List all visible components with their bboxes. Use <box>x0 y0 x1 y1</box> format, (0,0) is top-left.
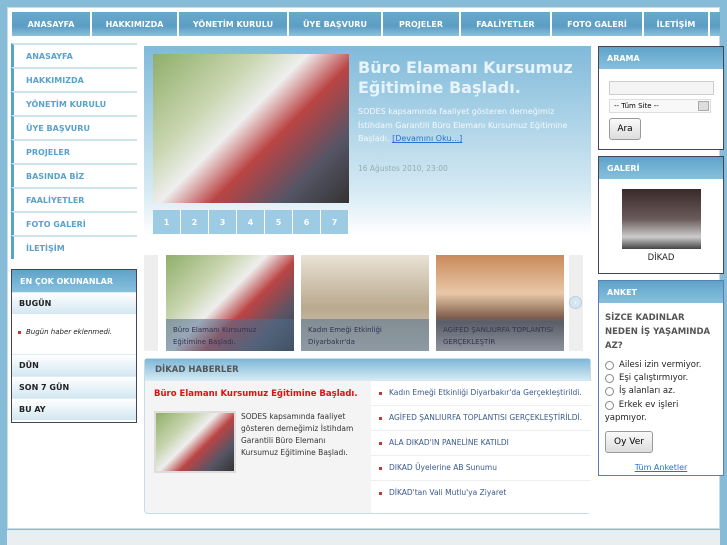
radio-icon[interactable] <box>605 386 614 396</box>
tab-today[interactable]: BUGÜN <box>12 292 136 314</box>
tab-yesterday[interactable]: DÜN <box>12 354 136 376</box>
gallery-title: GALERİ <box>599 157 723 179</box>
left-nav-yonetim[interactable]: YÖNETİM KURULU <box>11 91 137 115</box>
top-nav-hakkimizda[interactable]: HAKKIMIZDA <box>92 12 179 36</box>
poll-question: SİZCE KADINLAR NEDEN İŞ YAŞAMINDA AZ? <box>605 313 711 351</box>
news-item[interactable]: AGİFED ŞANLIURFA TOPLANTISI GERÇEKLEŞTİR… <box>371 406 591 431</box>
search-scope-value: -- Tüm Site -- <box>614 102 659 110</box>
tab-last7[interactable]: SON 7 GÜN <box>12 376 136 398</box>
next-arrow-icon[interactable]: › <box>569 296 582 309</box>
search-input[interactable] <box>609 81 714 95</box>
read-more-link[interactable]: [Devamını Oku...] <box>392 134 462 143</box>
news-list: Kadın Emeği Etkinliği Diyarbakır'da Gerç… <box>371 381 591 513</box>
gallery-box: GALERİ DİKAD <box>598 156 724 274</box>
top-nav-faaliyetler[interactable]: FAALİYETLER <box>461 12 552 36</box>
page-6[interactable]: 6 <box>293 210 321 234</box>
featured-slider: Büro Elamanı Kursumuz Eğitimine Başladı.… <box>144 46 591 236</box>
top-nav-projeler[interactable]: PROJELER <box>383 12 461 36</box>
page-2[interactable]: 2 <box>181 210 209 234</box>
bullet-icon <box>18 331 21 334</box>
news-item[interactable]: DİKAD'tan Vali Mutlu'ya Ziyaret <box>371 481 591 505</box>
gallery-image[interactable] <box>622 189 701 249</box>
left-nav-uye[interactable]: ÜYE BAŞVURU <box>11 115 137 139</box>
news-item[interactable]: DIKAD Üyelerine AB Sunumu <box>371 456 591 481</box>
poll-options: Ailesi izin vermiyor. Eşi çalıştırmıyor.… <box>599 353 723 425</box>
most-read-box: EN ÇOK OKUNANLAR BUGÜN Bugün haber eklen… <box>11 269 137 423</box>
top-nav-uye[interactable]: ÜYE BAŞVURU <box>289 12 383 36</box>
poll-option[interactable]: İş alanları az. <box>605 386 719 396</box>
news-lead-text: SODES kapsamında faaliyet gösteren derne… <box>241 412 354 457</box>
left-nav-faaliyetler[interactable]: FAALİYETLER <box>11 187 137 211</box>
vote-button[interactable]: Oy Ver <box>605 431 653 453</box>
footer-bar <box>7 530 720 545</box>
page-5[interactable]: 5 <box>265 210 293 234</box>
left-nav: ANASAYFA HAKKIMIZDA YÖNETİM KURULU ÜYE B… <box>11 43 137 259</box>
poll-option-label: Erkek ev işleri yapmıyor. <box>604 400 679 423</box>
carousel-right[interactable]: › <box>569 255 583 351</box>
left-nav-basinda[interactable]: BASINDA BİZ <box>11 163 137 187</box>
page: ANASAYFA HAKKIMIZDA YÖNETİM KURULU ÜYE B… <box>7 7 724 529</box>
left-nav-iletisim[interactable]: İLETİŞİM <box>11 235 137 259</box>
radio-icon[interactable] <box>605 373 614 383</box>
thumb-caption: AGİFED ŞANLIURFA TOPLANTISI GERÇEKLEŞTİR <box>436 319 564 351</box>
gallery-caption: DİKAD <box>647 253 675 263</box>
poll-box: ANKET SİZCE KADINLAR NEDEN İŞ YAŞAMINDA … <box>598 280 724 476</box>
news-item[interactable]: ALA DIKAD'IN PANELİNE KATILDI <box>371 431 591 456</box>
top-nav-iletisim[interactable]: İLETİŞİM <box>644 12 710 36</box>
poll-option-label: Ailesi izin vermiyor. <box>619 360 702 370</box>
news-box: DİKAD HABERLER Büro Elamanı Kursumuz Eği… <box>144 358 591 514</box>
poll-title: ANKET <box>599 281 723 303</box>
most-read-title: EN ÇOK OKUNANLAR <box>12 270 136 292</box>
search-box: ARAMA -- Tüm Site -- Ara <box>598 46 724 150</box>
featured-summary-text: SODES kapsamında faaliyet gösteren derne… <box>358 107 568 143</box>
slider-pager: 1 2 3 4 5 6 7 <box>153 210 349 234</box>
all-polls-link[interactable]: Tüm Anketler <box>599 463 723 472</box>
page-7[interactable]: 7 <box>321 210 349 234</box>
thumb-3[interactable]: AGİFED ŞANLIURFA TOPLANTISI GERÇEKLEŞTİR <box>436 255 564 351</box>
page-3[interactable]: 3 <box>209 210 237 234</box>
featured-image[interactable] <box>153 54 349 203</box>
top-nav-yonetim[interactable]: YÖNETİM KURULU <box>179 12 289 36</box>
carousel-left[interactable] <box>144 255 158 351</box>
featured-summary: SODES kapsamında faaliyet gösteren derne… <box>358 105 583 146</box>
radio-icon[interactable] <box>605 360 614 370</box>
news-title: DİKAD HABERLER <box>145 359 590 381</box>
news-lead-title[interactable]: Büro Elamanı Kursumuz Eğitimine Başladı. <box>154 389 358 399</box>
left-nav-hakkimizda[interactable]: HAKKIMIZDA <box>11 67 137 91</box>
top-nav-foto[interactable]: FOTO GALERİ <box>552 12 644 36</box>
poll-option[interactable]: Eşi çalıştırmıyor. <box>605 373 719 383</box>
top-nav-anasayfa[interactable]: ANASAYFA <box>12 12 92 36</box>
thumb-2[interactable]: Kadın Emeği Etkinliği Diyarbakır'da <box>301 255 429 351</box>
poll-option[interactable]: Ailesi izin vermiyor. <box>605 360 719 370</box>
today-empty-text: Bugün haber eklenmedi. <box>26 328 113 336</box>
thumb-1[interactable]: Büro Elamanı Kursumuz Eğitimine Başladı. <box>166 255 294 351</box>
thumb-caption: Kadın Emeği Etkinliği Diyarbakır'da <box>301 319 429 351</box>
poll-option-label: Eşi çalıştırmıyor. <box>619 373 689 383</box>
poll-option-label: İş alanları az. <box>619 386 676 396</box>
poll-option[interactable]: Erkek ev işleri yapmıyor. <box>605 399 719 425</box>
chevron-down-icon <box>698 101 709 111</box>
news-lead-image[interactable] <box>154 411 236 473</box>
featured-date: 16 Ağustos 2010, 23:00 <box>358 164 448 173</box>
thumb-carousel: Büro Elamanı Kursumuz Eğitimine Başladı.… <box>144 253 591 351</box>
today-empty: Bugün haber eklenmedi. <box>12 314 136 354</box>
thumb-caption: Büro Elamanı Kursumuz Eğitimine Başladı. <box>166 319 294 351</box>
left-nav-anasayfa[interactable]: ANASAYFA <box>11 43 137 67</box>
search-button[interactable]: Ara <box>609 118 641 140</box>
featured-title[interactable]: Büro Elamanı Kursumuz Eğitimine Başladı. <box>358 58 583 98</box>
tab-this-month[interactable]: BU AY <box>12 398 136 420</box>
news-item[interactable]: Kadın Emeği Etkinliği Diyarbakır'da Gerç… <box>371 381 591 406</box>
top-nav: ANASAYFA HAKKIMIZDA YÖNETİM KURULU ÜYE B… <box>12 12 720 36</box>
page-4[interactable]: 4 <box>237 210 265 234</box>
search-scope-select[interactable]: -- Tüm Site -- <box>609 99 711 113</box>
page-1[interactable]: 1 <box>153 210 181 234</box>
left-nav-foto[interactable]: FOTO GALERİ <box>11 211 137 235</box>
left-nav-projeler[interactable]: PROJELER <box>11 139 137 163</box>
search-title: ARAMA <box>599 47 723 69</box>
